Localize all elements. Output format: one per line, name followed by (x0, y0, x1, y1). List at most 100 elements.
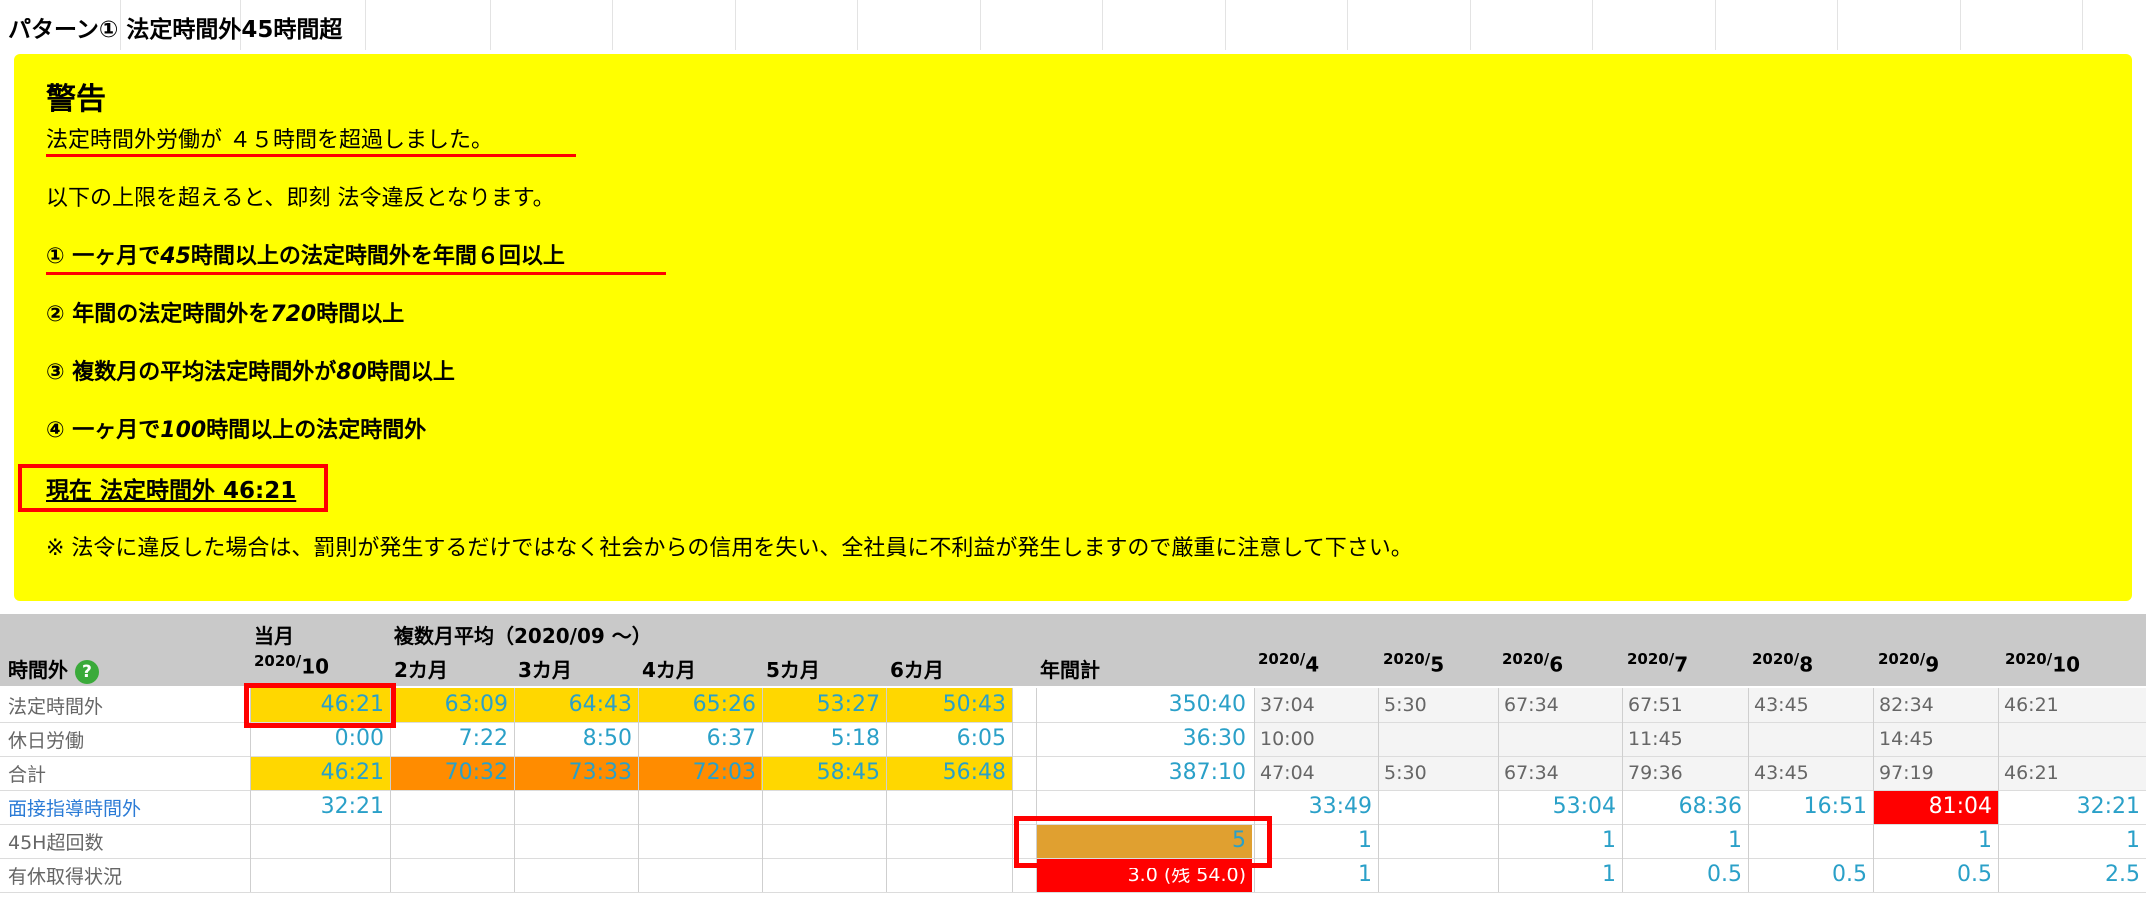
table-cell: 67:34 (1504, 694, 1559, 716)
table-cell: 0.5 (1707, 862, 1742, 887)
warning-title: 警告 (46, 82, 106, 117)
table-cell: 2.5 (2105, 862, 2140, 887)
col-multi-3: 3カ月 (518, 658, 572, 682)
col-year: 2020/ (1502, 650, 1550, 668)
table-cell: 53:27 (816, 692, 880, 717)
rule-4-num: 100 (160, 418, 207, 443)
row-label-45h-count: 45H超回数 (8, 832, 104, 854)
col-month-2020-5: 2020/5 (1383, 650, 1444, 677)
col-month-2020-6: 2020/6 (1502, 650, 1563, 677)
row-label-interview-overtime-link[interactable]: 面接指導時間外 (8, 794, 141, 821)
table-cell: 5:30 (1384, 762, 1427, 784)
table-cell: 1 (1602, 828, 1616, 853)
rule-2-num: 720 (270, 302, 317, 327)
table-cell: 5:18 (830, 726, 880, 751)
rule-1-num: 45 (160, 244, 191, 269)
col-month: 10 (2052, 652, 2081, 677)
col-month-2020-7: 2020/7 (1627, 650, 1688, 677)
section-overtime: 時間外 ? (8, 654, 99, 684)
col-year: 2020/ (1258, 650, 1306, 668)
group-current-month: 当月 (254, 624, 294, 648)
group-multi-month-average: 複数月平均（2020/09 ～） (394, 624, 652, 648)
table-cell: 64:43 (568, 692, 632, 717)
row-divider (0, 756, 2146, 757)
col-multi-2: 2カ月 (394, 658, 448, 682)
col-month: 5 (1430, 652, 1445, 677)
table-cell: 46:21 (2004, 694, 2059, 716)
rule-4: ④ 一ヶ月で100時間以上の法定時間外 (46, 412, 426, 444)
table-cell: 56:48 (942, 760, 1006, 785)
table-cell: 36:30 (1182, 726, 1246, 751)
col-month: 4 (1305, 652, 1320, 677)
red-underline (46, 154, 576, 157)
table-cell: 70:32 (444, 760, 508, 785)
row-label-paid-leave: 有休取得状況 (8, 866, 123, 888)
table-cell: 10:00 (1260, 728, 1315, 750)
table-cell: 1 (1602, 862, 1616, 887)
col-month-2020-8: 2020/8 (1752, 650, 1813, 677)
rule-4-post: 時間以上の法定時間外 (206, 418, 427, 443)
col-year: 2020/ (2005, 650, 2053, 668)
table-cell: 65:26 (692, 692, 756, 717)
table-cell: 46:21 (2004, 762, 2059, 784)
col-month-2020-9: 2020/9 (1878, 650, 1939, 677)
current-month-red-frame (244, 683, 396, 728)
section-overtime-label: 時間外 (8, 658, 68, 682)
col-annual: 年間計 (1040, 658, 1100, 682)
table-cell: 8:50 (582, 726, 632, 751)
col-year: 2020/ (1878, 650, 1926, 668)
table-cell: 1 (2126, 828, 2140, 853)
col-current-month: 2020/10 (254, 652, 329, 679)
col-divider (638, 688, 639, 892)
table-cell: 33:49 (1308, 794, 1372, 819)
table-cell: 72:03 (692, 760, 756, 785)
table-cell: 32:21 (2076, 794, 2140, 819)
col-divider (514, 688, 515, 892)
col-divider (1622, 688, 1623, 892)
col-divider (886, 688, 887, 892)
table-cell: 11:45 (1628, 728, 1683, 750)
col-month-2020-10: 2020/10 (2005, 650, 2080, 677)
table-cell: 46:21 (320, 760, 384, 785)
rule-3: ③ 複数月の平均法定時間外が80時間以上 (46, 354, 455, 386)
count-red-frame (1014, 816, 1272, 868)
rule-4-pre: ④ 一ヶ月で (46, 418, 161, 443)
row-divider (0, 790, 2146, 791)
table-cell: 1 (1358, 862, 1372, 887)
table-cell: 0.5 (1957, 862, 1992, 887)
col-divider (762, 688, 763, 892)
col-year: 2020/ (1752, 650, 1800, 668)
table-cell: 43:45 (1754, 762, 1809, 784)
table-cell: 43:45 (1754, 694, 1809, 716)
table-cell: 32:21 (320, 794, 384, 819)
table-cell: 82:34 (1879, 694, 1934, 716)
table-cell: 7:22 (458, 726, 508, 751)
table-cell: 16:51 (1803, 794, 1867, 819)
col-multi-6: 6カ月 (890, 658, 944, 682)
col-month: 9 (1925, 652, 1940, 677)
table-cell: 6:37 (706, 726, 756, 751)
table-cell: 67:51 (1628, 694, 1683, 716)
table-cell: 1 (1358, 828, 1372, 853)
col-month: 8 (1799, 652, 1814, 677)
col-divider (1498, 688, 1499, 892)
table-cell: 6:05 (956, 726, 1006, 751)
col-year: 2020/ (1383, 650, 1431, 668)
col-multi-5: 5カ月 (766, 658, 820, 682)
table-cell: 0.5 (1832, 862, 1867, 887)
row-label-total: 合計 (8, 764, 47, 786)
col-divider (1998, 688, 1999, 892)
warning-note: ※ 法令に違反した場合は、罰則が発生するだけではなく社会からの信用を失い、全社員… (46, 536, 1413, 561)
rule-1-pre: ① 一ヶ月で (46, 244, 161, 269)
table-cell: 58:45 (816, 760, 880, 785)
table-cell: 350:40 (1036, 688, 1252, 722)
rule-1: ① 一ヶ月で45時間以上の法定時間外を年間６回以上 (46, 238, 565, 270)
table-cell: 37:04 (1260, 694, 1315, 716)
table-cell: 5:30 (1384, 694, 1427, 716)
table-cell: 79:36 (1628, 762, 1683, 784)
red-underline (46, 272, 666, 275)
table-cell: 387:10 (1168, 760, 1246, 785)
col-divider (1012, 688, 1013, 892)
question-circle-icon[interactable]: ? (74, 659, 99, 684)
table-cell: 97:19 (1879, 762, 1934, 784)
